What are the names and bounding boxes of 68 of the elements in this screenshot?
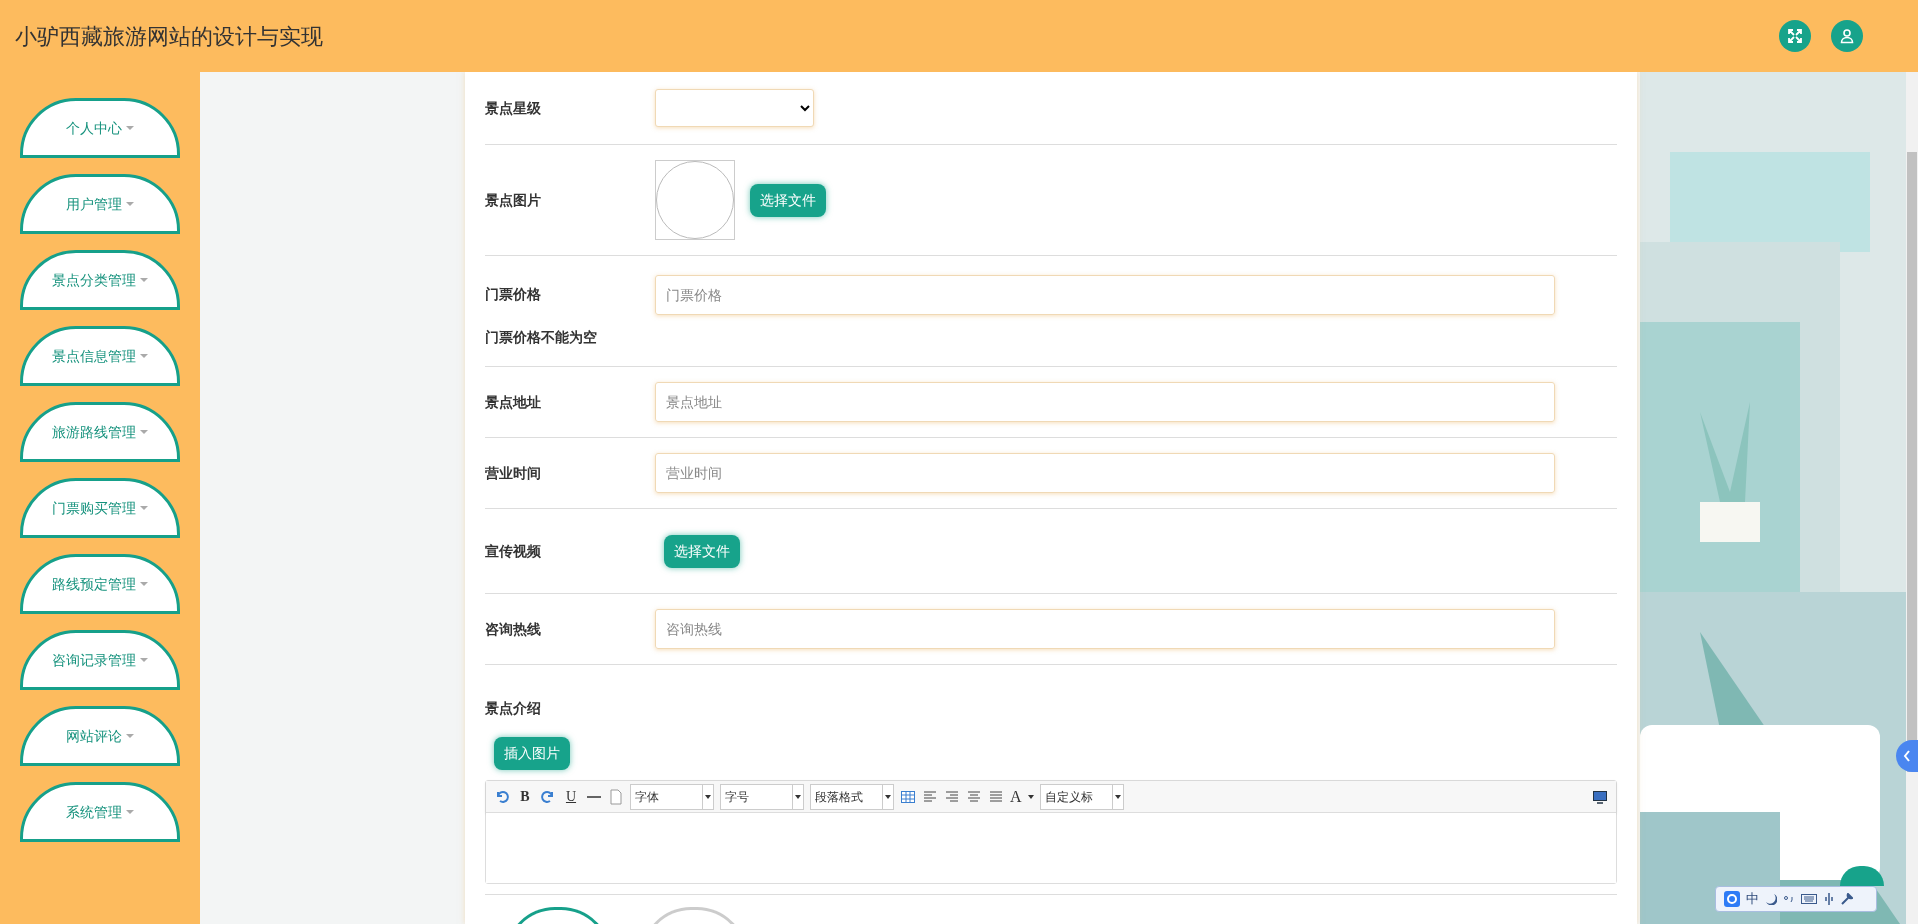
caret-icon [140,430,148,434]
toolbar-dropdown[interactable]: 字体 [630,783,714,810]
caret-icon [126,126,134,130]
caret-icon [126,734,134,738]
error-text: 门票价格不能为空 [485,327,598,347]
punctuation-icon [1783,894,1795,904]
align-left-icon[interactable] [922,788,938,805]
toolbar-dropdown[interactable]: 自定义标 [1039,783,1124,810]
caret-icon [126,810,134,814]
sidebar-item[interactable]: 咨询记录管理 [20,630,180,690]
field-label: 景点图片 [485,190,542,210]
sidebar-item[interactable]: 系统管理 [20,782,180,842]
caret-icon [126,202,134,206]
moon-icon [1765,893,1777,905]
caret-icon [140,354,148,358]
insert-image-button[interactable]: 插入图片 [494,737,570,770]
justify-icon[interactable] [988,788,1004,805]
field-label: 咨询热线 [485,619,542,639]
field-label: 宣传视频 [485,541,542,561]
toolbar-dropdown[interactable]: 段落格式 [810,783,894,810]
user-icon [1839,28,1855,44]
caret-icon [140,658,148,662]
choose-file-button[interactable]: 选择文件 [750,183,826,217]
caret-icon [1027,794,1034,799]
table-icon[interactable] [900,788,916,805]
sidebar-item[interactable]: 旅游路线管理 [20,402,180,462]
ime-mode[interactable]: 中 [1746,889,1759,909]
star-select[interactable] [655,89,814,127]
chevron-left-icon [1903,750,1911,762]
preview-icon[interactable] [1592,788,1608,805]
align-right-icon[interactable] [944,788,960,805]
undo-icon[interactable] [494,788,510,805]
keyboard-icon [1801,894,1817,904]
sidebar-item[interactable]: 景点信息管理 [20,326,180,386]
expand-icon [1787,28,1803,44]
font-color-button[interactable]: A [1010,784,1022,809]
field-label: 景点地址 [485,392,542,412]
text-field[interactable]: 营业时间 [655,453,1555,493]
rich-text-editor[interactable]: B U 字体 字号 段落格式 A 自定义标 [485,780,1617,884]
underline-button[interactable]: U [562,786,580,807]
caret-icon [140,278,148,282]
text-field[interactable]: 咨询热线 [655,609,1555,649]
align-center-icon[interactable] [966,788,982,805]
caret-icon [140,582,148,586]
caret-icon [140,506,148,510]
text-field[interactable]: 门票价格 [655,274,1555,315]
sidebar-item[interactable]: 网站评论 [20,706,180,766]
bold-button[interactable]: B [516,786,534,807]
sidebar-item[interactable]: 用户管理 [20,174,180,234]
redo-icon[interactable] [540,788,556,805]
toolbar-dropdown[interactable]: 字号 [720,783,804,810]
sidebar-item[interactable]: 个人中心 [20,98,180,158]
field-label: 景点介绍 [485,699,542,718]
choose-file-button[interactable]: 选择文件 [664,534,740,568]
sidebar-item[interactable]: 门票购买管理 [20,478,180,538]
field-label: 营业时间 [485,463,542,483]
ime-logo-icon [1724,891,1740,907]
page-icon[interactable] [608,788,624,805]
sidebar-item[interactable]: 路线预定管理 [20,554,180,614]
sidebar-item[interactable]: 景点分类管理 [20,250,180,310]
user-button[interactable] [1831,20,1863,52]
wrench-icon [1841,893,1853,905]
site-title: 小驴西藏旅游网站的设计与实现 [15,22,323,51]
fullscreen-button[interactable] [1779,20,1811,52]
voice-icon [1823,893,1835,905]
field-label: 门票价格 [485,285,542,304]
field-label: 景点星级 [485,98,542,118]
text-field[interactable]: 景点地址 [655,382,1555,422]
